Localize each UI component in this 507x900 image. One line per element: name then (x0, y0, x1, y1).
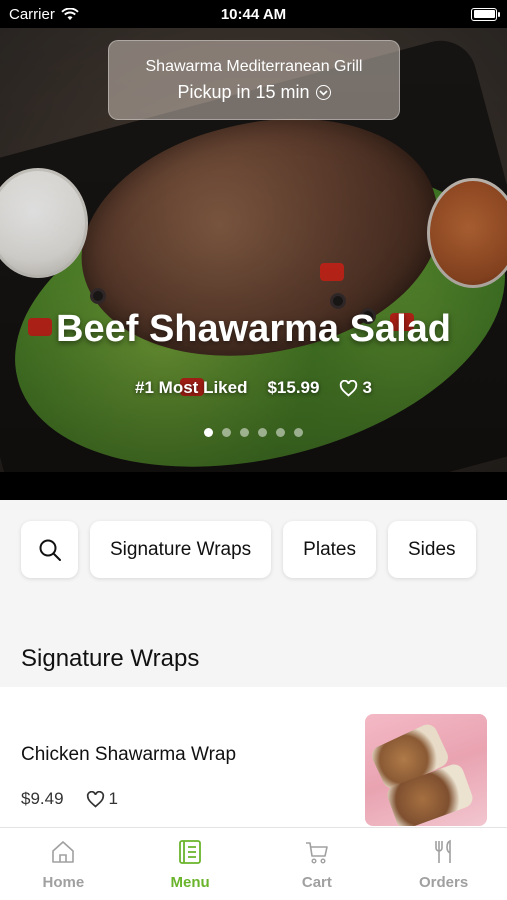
carousel-dot[interactable] (258, 428, 267, 437)
tab-orders[interactable]: Orders (380, 828, 507, 900)
featured-item-title: Beef Shawarma Salad (56, 308, 451, 350)
carousel-dot[interactable] (204, 428, 213, 437)
category-bar[interactable]: Signature Wraps Plates Sides (0, 500, 507, 610)
pickup-time: Pickup in 15 min (177, 82, 310, 102)
tab-menu[interactable]: Menu (127, 828, 254, 900)
featured-likes[interactable]: 3 (339, 378, 372, 398)
heart-icon (340, 379, 358, 397)
carousel-dots[interactable] (0, 428, 507, 437)
tab-cart[interactable]: Cart (254, 828, 381, 900)
search-icon (39, 539, 61, 561)
category-chip-sides[interactable]: Sides (387, 521, 476, 578)
status-bar: Carrier 10:44 AM (0, 0, 507, 28)
section-title: Signature Wraps (0, 630, 507, 687)
menu-item-meta: $9.49 1 (21, 789, 118, 809)
search-button[interactable] (21, 521, 78, 578)
carrier-label: Carrier (9, 5, 55, 23)
hero-bottom-band (0, 472, 507, 500)
tab-home[interactable]: Home (0, 828, 127, 900)
store-name: Shawarma Mediterranean Grill (145, 58, 363, 75)
menu-item-likes[interactable]: 1 (86, 789, 118, 809)
chevron-down-icon (315, 85, 331, 100)
carousel-dot[interactable] (294, 428, 303, 437)
menu-item-image[interactable] (365, 714, 487, 826)
category-chip-plates[interactable]: Plates (283, 521, 376, 578)
carousel-dot[interactable] (276, 428, 285, 437)
home-icon (52, 841, 75, 863)
featured-item-meta: #1 Most Liked $15.99 3 (0, 378, 507, 398)
featured-badge: #1 Most Liked (135, 378, 248, 397)
pickup-time-row: Pickup in 15 min (109, 82, 399, 103)
tab-cart-label: Cart (301, 874, 332, 891)
heart-icon (86, 790, 104, 808)
menu-icon (179, 840, 202, 864)
tab-home-label: Home (42, 874, 85, 891)
fork-knife-icon (434, 839, 451, 863)
bottom-tab-bar: Home Menu Cart Orders (0, 827, 507, 900)
tab-menu-label: Menu (170, 874, 210, 891)
store-selector[interactable]: Shawarma Mediterranean Grill Pickup in 1… (108, 40, 400, 120)
menu-item-price: $9.49 (21, 789, 64, 808)
menu-item-likes-count: 1 (108, 789, 119, 808)
carousel-dot[interactable] (240, 428, 249, 437)
wifi-icon (61, 7, 79, 20)
carousel-dot[interactable] (222, 428, 231, 437)
carrier-group: Carrier (9, 6, 79, 23)
hero-banner[interactable]: Shawarma Mediterranean Grill Pickup in 1… (0, 28, 507, 472)
battery-icon (471, 7, 500, 21)
category-chip-signature-wraps[interactable]: Signature Wraps (90, 521, 272, 578)
menu-item-name: Chicken Shawarma Wrap (21, 744, 237, 765)
cart-icon (305, 842, 328, 864)
menu-item-card[interactable]: Chicken Shawarma Wrap $9.49 1 (0, 687, 507, 827)
featured-price: $15.99 (267, 378, 320, 397)
featured-likes-count: 3 (362, 378, 372, 397)
tab-orders-label: Orders (419, 874, 469, 891)
